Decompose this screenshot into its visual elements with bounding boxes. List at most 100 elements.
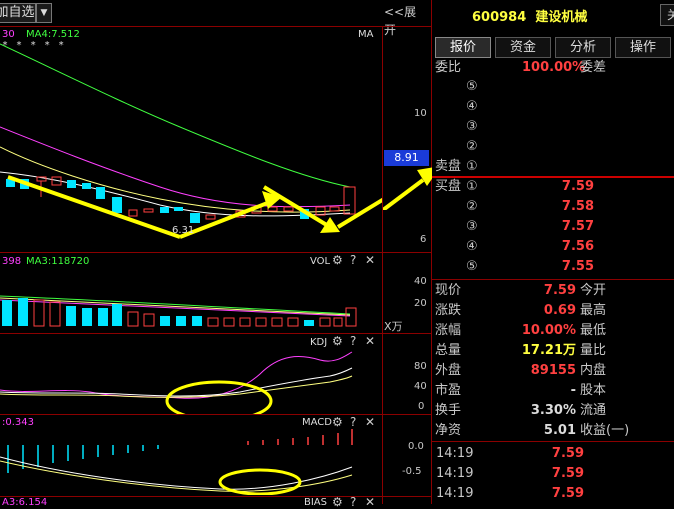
stock-name: 建设机械 <box>535 10 588 25</box>
candle <box>96 187 105 199</box>
buy-level: ② <box>466 199 478 214</box>
quote-label: 最低 <box>580 323 607 338</box>
candle <box>112 197 122 213</box>
sell-level: ② <box>466 139 478 154</box>
tab-operations[interactable]: 操作 <box>615 37 671 58</box>
price-axis-divider <box>382 26 383 504</box>
sell-level: ⑤ <box>466 79 478 94</box>
tab-analysis[interactable]: 分析 <box>555 37 611 58</box>
quote-label: 总量 <box>435 343 462 358</box>
gear-icon[interactable]: ⚙ <box>332 495 343 509</box>
buy-price: 7.58 <box>561 199 594 214</box>
expand-button[interactable]: <<展开 <box>384 3 428 37</box>
quote-label: 净资 <box>435 423 462 438</box>
candle <box>67 180 76 188</box>
price-tick: 10 <box>414 108 427 119</box>
kdj-tick: 40 <box>414 381 427 392</box>
kdj-chart[interactable] <box>0 334 382 414</box>
quote-value: 17.21万 <box>521 343 576 358</box>
quote-label: 换手 <box>435 403 462 418</box>
macd-histogram <box>7 445 159 473</box>
weicha-label: 委差 <box>580 60 607 75</box>
buy-level: ④ <box>466 239 478 254</box>
quote-value: 0.69 <box>543 303 576 318</box>
candles <box>6 176 356 223</box>
quote-label: 最高 <box>580 303 607 318</box>
candle <box>128 209 138 217</box>
candle <box>174 207 183 211</box>
buy-price: 7.59 <box>561 179 594 194</box>
quote-label: 市盈 <box>435 383 462 398</box>
divider <box>432 441 674 442</box>
low-price-label: 6.31 <box>172 225 195 236</box>
volume-chart[interactable] <box>0 266 382 332</box>
sell-label: 卖盘 <box>435 159 462 174</box>
add-watchlist-button[interactable]: 加自选 <box>0 3 36 23</box>
tick-price: 7.59 <box>551 466 584 481</box>
tick-price: 7.59 <box>551 486 584 501</box>
volume-bars <box>2 298 357 327</box>
help-icon[interactable]: ? <box>350 495 356 509</box>
kdj-tick: 80 <box>414 361 427 372</box>
price-tick: 6 <box>420 234 427 245</box>
macd-tick: -0.5 <box>402 466 422 477</box>
quote-label: 今开 <box>580 283 607 298</box>
quote-panel: 600984 建设机械 关 报价 资金 分析 操作 委比 100.00% 委差 … <box>432 0 674 504</box>
ma-line-magenta <box>0 126 351 208</box>
candle <box>82 183 91 189</box>
kdj-tick: 0 <box>418 401 425 412</box>
tick-time: 14:19 <box>436 446 474 461</box>
quote-label: 外盘 <box>435 363 462 378</box>
tick-time: 14:19 <box>436 486 474 501</box>
sell-level: ① <box>466 159 478 174</box>
gear-icon[interactable]: ⚙ <box>332 253 343 267</box>
quote-value: 5.01 <box>543 423 576 438</box>
candle <box>190 213 200 223</box>
quote-value: 3.30% <box>530 403 576 418</box>
tab-quote[interactable]: 报价 <box>435 37 491 58</box>
macd-tick: 0.0 <box>408 441 424 452</box>
macd-histogram-positive <box>247 429 353 445</box>
chevron-down-icon[interactable]: ▼ <box>36 3 52 23</box>
bias-indicator-label: BIAS <box>304 497 327 508</box>
chart-toolbar: 加自选 ▼ <<展开 <box>0 0 432 37</box>
macd-chart[interactable] <box>0 415 382 495</box>
vol-unit-label: X万 <box>384 320 403 333</box>
quote-label: 收益(一) <box>580 423 630 438</box>
quote-label: 涨跌 <box>435 303 462 318</box>
vol-tick: 40 <box>414 276 427 287</box>
quote-value: 7.59 <box>543 283 576 298</box>
tab-funds[interactable]: 资金 <box>495 37 551 58</box>
ma-line-green <box>0 43 351 188</box>
buy-level: ⑤ <box>466 259 478 274</box>
buy-price: 7.55 <box>561 259 594 274</box>
quote-label: 股本 <box>580 383 607 398</box>
candle <box>283 206 294 212</box>
buy-price: 7.56 <box>561 239 594 254</box>
quote-value: 89155 <box>530 363 576 378</box>
buy-label: 买盘 <box>435 179 462 194</box>
quote-label: 现价 <box>435 283 462 298</box>
quote-label: 流通 <box>580 403 607 418</box>
close-icon[interactable]: ✕ <box>365 495 375 509</box>
quote-value: 10.00% <box>521 323 576 338</box>
help-icon[interactable]: ? <box>350 253 356 267</box>
stock-title: 600984 建设机械 <box>472 6 587 25</box>
sell-level: ④ <box>466 99 478 114</box>
buy-level: ③ <box>466 219 478 234</box>
close-icon[interactable]: ✕ <box>365 253 375 267</box>
quote-label: 内盘 <box>580 363 607 378</box>
candle <box>143 208 154 213</box>
tick-price: 7.59 <box>551 446 584 461</box>
candle <box>205 214 216 220</box>
close-quote-button[interactable]: 关 <box>660 4 674 26</box>
buy-price: 7.57 <box>561 219 594 234</box>
candlestick-chart[interactable] <box>0 27 382 252</box>
weibi-value: 100.00% <box>522 60 586 75</box>
vol-tick: 20 <box>414 298 427 309</box>
divider <box>432 279 674 280</box>
candle <box>160 207 169 213</box>
trend-annotation-arrows <box>7 175 382 239</box>
bias-legend-left: A3:6.154 <box>2 497 48 508</box>
weibi-label: 委比 <box>435 60 462 75</box>
